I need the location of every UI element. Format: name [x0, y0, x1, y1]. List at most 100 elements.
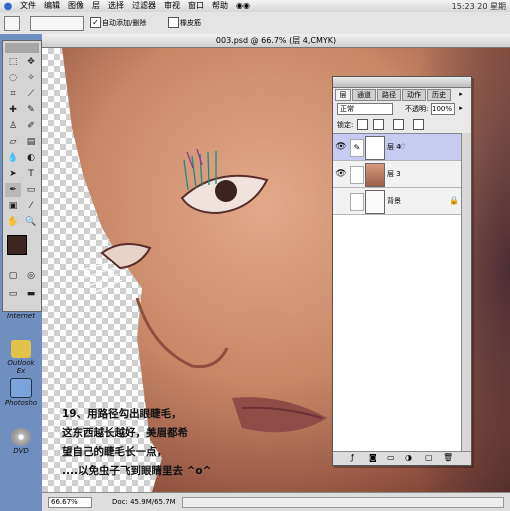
eyes-icon: ◉◉ — [236, 1, 250, 10]
document-title-bar[interactable]: 003.psd @ 66.7% (层 4,CMYK) — [42, 34, 510, 48]
apple-menu-icon[interactable]: ● — [0, 1, 16, 12]
menu-help[interactable]: 帮助 — [208, 0, 232, 12]
history-brush-tool-icon[interactable]: ✐ — [23, 119, 39, 133]
lock-transparency-checkbox[interactable] — [357, 119, 368, 130]
opacity-value: 100% — [432, 105, 453, 113]
menu-select[interactable]: 选择 — [104, 0, 128, 12]
menu-window[interactable]: 窗口 — [184, 0, 208, 12]
lasso-tool-icon[interactable]: ◌ — [5, 71, 21, 85]
layer-brush-icon[interactable]: ✎ — [350, 139, 364, 157]
menu-edit[interactable]: 编辑 — [40, 0, 64, 12]
tab-paths[interactable]: 路径 — [377, 89, 401, 101]
desktop-icon-internet[interactable]: Internet — [2, 312, 40, 320]
right-iris — [215, 180, 237, 202]
layer-name: 背景 — [387, 197, 401, 205]
layer-thumbnail — [365, 163, 385, 187]
palette-title-bar[interactable] — [333, 77, 471, 88]
tutorial-caption: 19、用路径勾出眼睫毛， 这东西越长越好，美眉都希 望自己的睫毛长一点， ...… — [62, 405, 302, 481]
opacity-field[interactable]: 100% — [431, 103, 455, 115]
blend-mode-value: 正常 — [340, 105, 354, 113]
layer-name: 层 3 — [387, 170, 401, 178]
shape-tool-icon[interactable]: ▭ — [23, 183, 39, 197]
layer-link-slot[interactable] — [350, 193, 364, 211]
foreground-color-swatch[interactable] — [7, 235, 27, 255]
lock-all-checkbox[interactable] — [413, 119, 424, 130]
pen-tool-preset-icon[interactable] — [4, 16, 20, 31]
status-bar: 66.67% Doc: 45.9M/65.7M — [42, 492, 510, 511]
marquee-tool-icon[interactable]: ⬚ — [5, 55, 21, 69]
layer-visibility-eye-icon[interactable]: 👁 — [335, 141, 347, 153]
layer-row-background[interactable]: 背景 🔒 — [333, 188, 461, 215]
trash-icon[interactable]: 🗑 — [443, 453, 453, 462]
zoom-tool-icon[interactable]: 🔍 — [23, 215, 39, 229]
screen-mode-icon[interactable]: ▭ — [5, 287, 21, 301]
menu-image[interactable]: 图像 — [64, 0, 88, 12]
path-mode-buttons[interactable] — [30, 16, 84, 31]
healing-tool-icon[interactable]: ✚ — [5, 103, 21, 117]
desktop-icon-label: Outlook Ex — [7, 359, 35, 375]
adjustment-layer-icon[interactable]: ◑ — [405, 453, 412, 462]
quick-mask-mode-icon[interactable]: ◎ — [23, 269, 39, 283]
layers-scrollbar[interactable] — [461, 133, 471, 451]
auto-add-delete-checkbox[interactable]: ✓ — [90, 17, 101, 28]
path-select-tool-icon[interactable]: ➤ — [5, 167, 21, 181]
crop-tool-icon[interactable]: ⌗ — [5, 87, 21, 101]
tab-layers[interactable]: 层 — [335, 89, 351, 101]
zoom-value: 66.67% — [51, 498, 78, 506]
gradient-tool-icon[interactable]: ▤ — [23, 135, 39, 149]
palette-menu-arrow-icon[interactable]: ▸ — [456, 89, 466, 99]
layer-visibility-slot[interactable] — [335, 195, 347, 207]
magic-wand-tool-icon[interactable]: ✧ — [23, 71, 39, 85]
horizontal-scrollbar[interactable] — [182, 497, 504, 508]
zoom-field[interactable]: 66.67% — [48, 497, 92, 508]
standard-mode-icon[interactable]: ▢ — [5, 269, 21, 283]
full-screen-mode-icon[interactable]: ▬ — [23, 287, 39, 301]
layer-mask-icon[interactable]: ◙ — [369, 453, 377, 462]
menu-filter[interactable]: 过滤器 — [128, 0, 160, 12]
lock-image-checkbox[interactable] — [373, 119, 384, 130]
slice-tool-icon[interactable]: ⟋ — [23, 87, 39, 101]
notes-tool-icon[interactable]: ▣ — [5, 199, 21, 213]
toolbox: ⬚ ✥ ◌ ✧ ⌗ ⟋ ✚ ✎ ♙ ✐ ▱ ▤ 💧 ◐ ➤ T ✒ ▭ ▣ ⁄ … — [2, 40, 42, 312]
caption-line: ....以免虫子飞到眼睛里去 ^o^ — [62, 465, 212, 477]
tab-actions[interactable]: 动作 — [402, 89, 426, 101]
caption-line: 这东西越长越好，美眉都希 — [62, 427, 188, 439]
outlook-icon — [11, 340, 31, 358]
layer-link-slot[interactable] — [350, 166, 364, 184]
move-tool-icon[interactable]: ✥ — [23, 55, 39, 69]
eyedropper-tool-icon[interactable]: ⁄ — [23, 199, 39, 213]
layers-footer: ƒ ◙ ▭ ◑ ▢ 🗑 — [333, 451, 471, 465]
layer-row-3[interactable]: 👁 层 3 — [333, 161, 461, 188]
type-tool-icon[interactable]: T — [23, 167, 39, 181]
toolbox-header[interactable] — [5, 43, 39, 53]
desktop-icon-outlook[interactable]: Outlook Ex — [2, 340, 40, 375]
desktop-icon-label: Internet — [7, 312, 35, 320]
hand-tool-icon[interactable]: ✋ — [5, 215, 21, 229]
layer-visibility-eye-icon[interactable]: 👁 — [335, 168, 347, 180]
tab-channels[interactable]: 通道 — [352, 89, 376, 101]
menu-view[interactable]: 审视 — [160, 0, 184, 12]
stamp-tool-icon[interactable]: ♙ — [5, 119, 21, 133]
opacity-slider-arrow-icon[interactable]: ▸ — [456, 103, 466, 113]
dodge-tool-icon[interactable]: ◐ — [23, 151, 39, 165]
layer-row-4[interactable]: 👁 ✎ 层 4 ☜ — [333, 134, 461, 161]
blend-mode-select[interactable]: 正常 — [337, 103, 393, 115]
lock-label: 锁定: — [337, 121, 354, 129]
dvd-icon — [11, 428, 31, 446]
clock: 15:23 20 星期 — [451, 1, 506, 11]
desktop-icon-dvd[interactable]: DVD — [2, 428, 40, 455]
new-layer-icon[interactable]: ▢ — [425, 453, 433, 462]
pen-tool-icon[interactable]: ✒ — [5, 183, 21, 197]
rubber-band-checkbox[interactable] — [168, 17, 179, 28]
lock-position-checkbox[interactable] — [393, 119, 404, 130]
blur-tool-icon[interactable]: 💧 — [5, 151, 21, 165]
eraser-tool-icon[interactable]: ▱ — [5, 135, 21, 149]
desktop-icon-photoshop[interactable]: Photosho — [2, 378, 40, 407]
layer-thumbnail — [365, 190, 385, 214]
brush-tool-icon[interactable]: ✎ — [23, 103, 39, 117]
layer-style-icon[interactable]: ƒ — [351, 453, 354, 462]
tab-history[interactable]: 历史 — [427, 89, 451, 101]
menu-file[interactable]: 文件 — [16, 0, 40, 12]
new-set-icon[interactable]: ▭ — [387, 453, 395, 462]
menu-layer[interactable]: 层 — [88, 0, 104, 12]
